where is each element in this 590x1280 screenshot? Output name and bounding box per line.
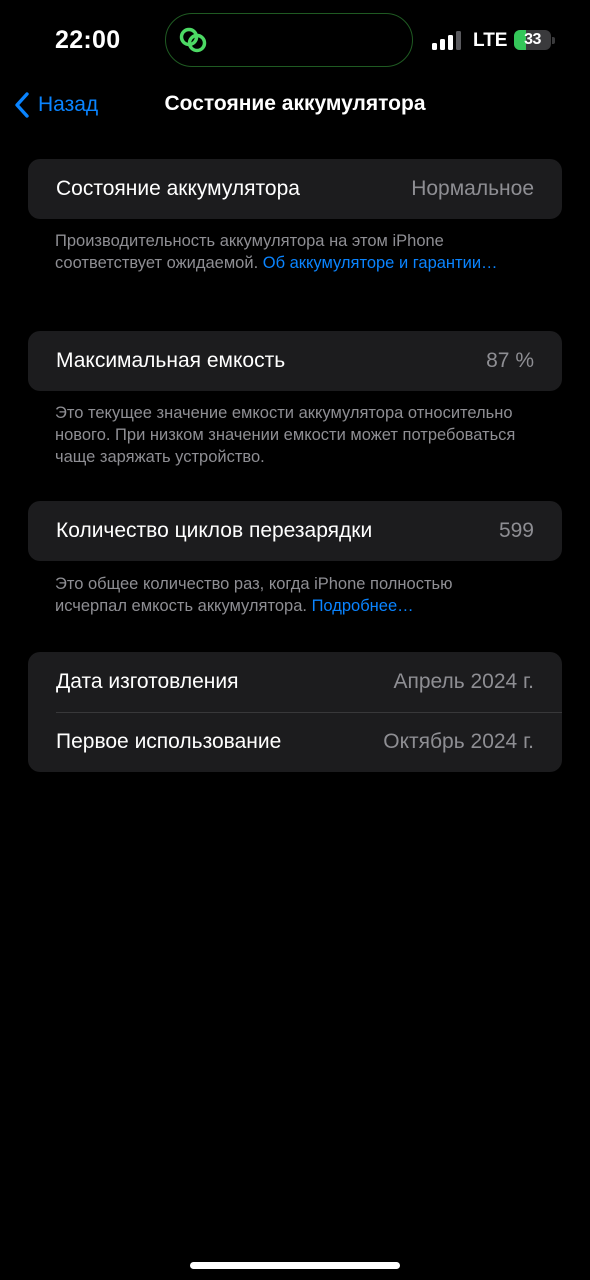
network-type: LTE [473,30,508,51]
navigation-bar: Назад Состояние аккумулятора [0,80,590,130]
capacity-note: Это текущее значение емкости аккумулятор… [55,404,516,466]
first-use-row: Первое использование Октябрь 2024 г. [28,712,562,772]
status-time: 22:00 [55,26,121,54]
cycles-card: Количество циклов перезарядки 599 [28,501,562,561]
cycles-value: 599 [498,519,534,542]
cellular-signal-icon [432,31,461,50]
dates-card: Дата изготовления Апрель 2024 г. Первое … [28,652,562,772]
health-label: Состояние аккумулятора [56,177,300,200]
battery-level: 33 [524,31,541,48]
link-rings-icon [179,27,207,53]
battery-warranty-link[interactable]: Об аккумуляторе и гарантии… [263,254,498,272]
first-use-value: Октябрь 2024 г. [383,730,534,753]
home-indicator[interactable] [190,1262,400,1269]
cycles-row: Количество циклов перезарядки 599 [28,501,562,561]
dynamic-island[interactable] [165,13,413,67]
cycles-note: Это общее количество раз, когда iPhone п… [55,573,525,617]
capacity-value: 87 % [486,349,534,372]
capacity-label: Максимальная емкость [56,349,286,372]
health-note: Производительность аккумулятора на этом … [55,230,525,274]
cycles-label: Количество циклов перезарядки [56,519,373,542]
capacity-card: Максимальная емкость 87 % [28,331,562,391]
battery-charging-icon: 33 [514,30,556,50]
manufacture-date-value: Апрель 2024 г. [393,670,534,693]
health-row: Состояние аккумулятора Нормальное [28,159,562,219]
health-card: Состояние аккумулятора Нормальное [28,159,562,219]
manufacture-date-label: Дата изготовления [56,670,239,693]
capacity-row: Максимальная емкость 87 % [28,331,562,391]
first-use-label: Первое использование [56,730,282,753]
manufacture-date-row: Дата изготовления Апрель 2024 г. [28,652,562,712]
learn-more-link[interactable]: Подробнее… [312,597,414,615]
page-title: Состояние аккумулятора [164,92,426,115]
status-bar: 22:00 LTE 33 [0,0,590,80]
health-value: Нормальное [411,177,534,200]
